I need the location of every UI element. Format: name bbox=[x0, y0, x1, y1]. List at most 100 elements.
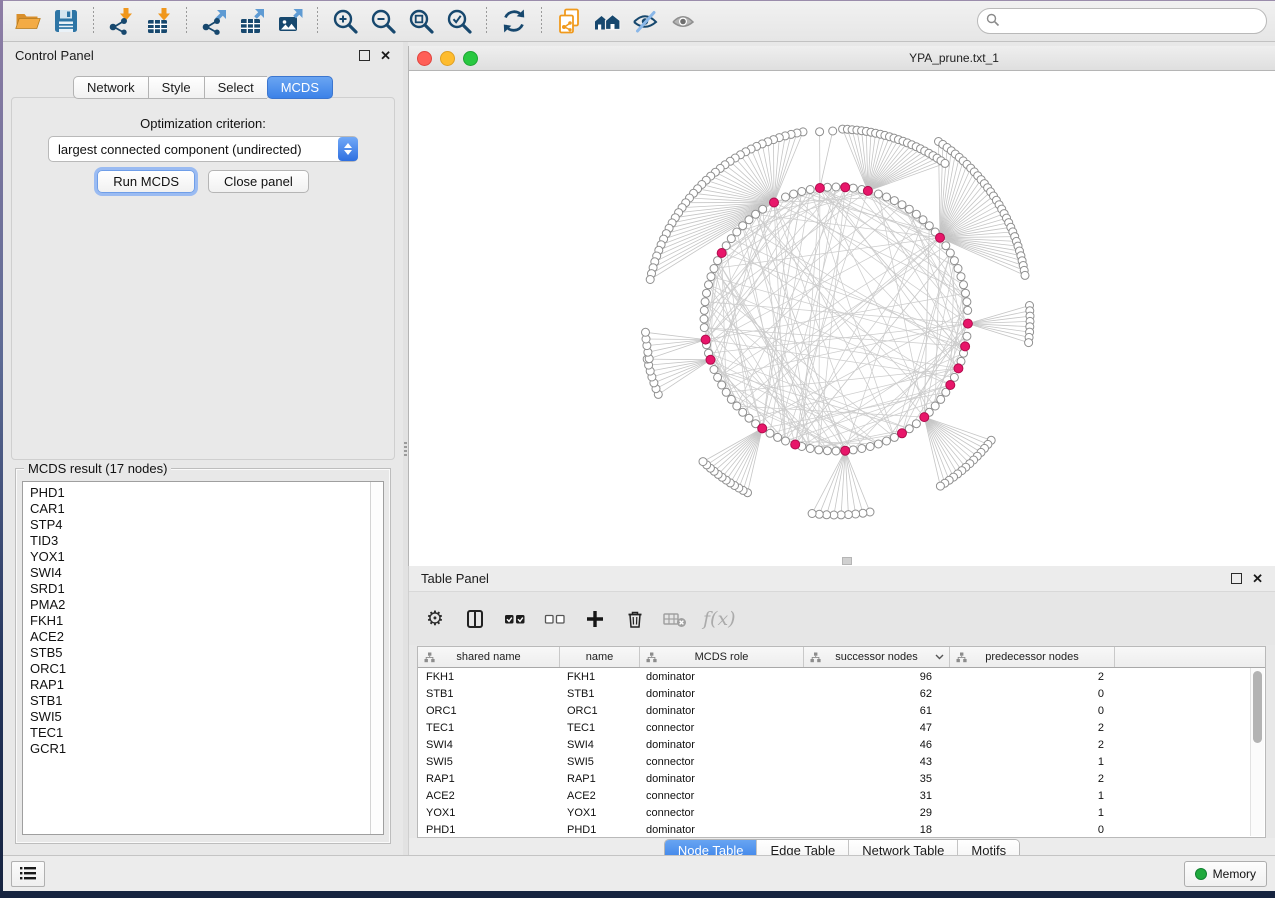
mcds-result-item[interactable]: STB5 bbox=[30, 645, 367, 661]
graph-node[interactable] bbox=[739, 408, 747, 416]
close-panel-button[interactable]: Close panel bbox=[208, 170, 309, 193]
table-row[interactable]: SWI5SWI5connector431 bbox=[418, 753, 1265, 770]
mcds-result-item[interactable]: ACE2 bbox=[30, 629, 367, 645]
graph-dominator-node[interactable] bbox=[954, 364, 963, 373]
graph-node[interactable] bbox=[700, 315, 708, 323]
column-header-MCDS-role[interactable]: MCDS role bbox=[640, 647, 804, 667]
table-row[interactable]: TEC1TEC1connector472 bbox=[418, 719, 1265, 736]
graph-node[interactable] bbox=[710, 366, 718, 374]
graph-node[interactable] bbox=[866, 443, 874, 451]
graph-node[interactable] bbox=[898, 201, 906, 209]
graph-node[interactable] bbox=[849, 184, 857, 192]
graph-node[interactable] bbox=[703, 289, 711, 297]
mcds-result-item[interactable]: RAP1 bbox=[30, 677, 367, 693]
graph-dominator-node[interactable] bbox=[946, 381, 955, 390]
graph-node[interactable] bbox=[832, 183, 840, 191]
zoom-in-button[interactable] bbox=[328, 5, 362, 37]
graph-node[interactable] bbox=[815, 446, 823, 454]
table-row[interactable]: RAP1RAP1dominator352 bbox=[418, 770, 1265, 787]
graph-node[interactable] bbox=[806, 186, 814, 194]
graph-dominator-node[interactable] bbox=[841, 183, 850, 192]
graph-node[interactable] bbox=[782, 193, 790, 201]
graph-dominator-node[interactable] bbox=[706, 355, 715, 364]
mcds-result-item[interactable]: SRD1 bbox=[30, 581, 367, 597]
graph-leaf-node[interactable] bbox=[1025, 339, 1033, 347]
graph-node[interactable] bbox=[962, 289, 970, 297]
graph-node[interactable] bbox=[849, 446, 857, 454]
column-header-predecessor-nodes[interactable]: predecessor nodes bbox=[950, 647, 1115, 667]
close-table-panel-icon[interactable]: ✕ bbox=[1252, 572, 1263, 585]
deselect-all-button[interactable] bbox=[543, 607, 567, 631]
table-row[interactable]: SWI4SWI4dominator462 bbox=[418, 736, 1265, 753]
mcds-result-item[interactable]: PHD1 bbox=[30, 485, 367, 501]
refresh-view-button[interactable] bbox=[497, 5, 531, 37]
canvas-resize-grip[interactable] bbox=[842, 557, 852, 565]
graph-node[interactable] bbox=[858, 445, 866, 453]
graph-node[interactable] bbox=[874, 440, 882, 448]
delete-column-button[interactable] bbox=[623, 607, 647, 631]
graph-node[interactable] bbox=[774, 433, 782, 441]
graph-node[interactable] bbox=[883, 193, 891, 201]
graph-node[interactable] bbox=[925, 222, 933, 230]
graph-node[interactable] bbox=[782, 437, 790, 445]
graph-node[interactable] bbox=[919, 216, 927, 224]
mcds-result-item[interactable]: PMA2 bbox=[30, 597, 367, 613]
graph-node[interactable] bbox=[752, 210, 760, 218]
graph-node[interactable] bbox=[883, 437, 891, 445]
float-panel-icon[interactable] bbox=[359, 50, 370, 61]
float-table-panel-icon[interactable] bbox=[1231, 573, 1242, 584]
graph-node[interactable] bbox=[890, 197, 898, 205]
network-canvas[interactable] bbox=[408, 71, 1275, 566]
graph-node[interactable] bbox=[759, 205, 767, 213]
column-visibility-button[interactable] bbox=[463, 607, 487, 631]
graph-node[interactable] bbox=[912, 420, 920, 428]
graph-leaf-node[interactable] bbox=[844, 511, 852, 519]
table-row[interactable]: PHD1PHD1dominator180 bbox=[418, 821, 1265, 838]
graph-node[interactable] bbox=[963, 332, 971, 340]
graph-node[interactable] bbox=[722, 388, 730, 396]
import-table-button[interactable] bbox=[142, 5, 176, 37]
graph-node[interactable] bbox=[960, 281, 968, 289]
table-settings-button[interactable]: ⚙ bbox=[423, 607, 447, 631]
graph-node[interactable] bbox=[705, 281, 713, 289]
tab-style[interactable]: Style bbox=[148, 76, 204, 99]
zoom-fit-button[interactable] bbox=[404, 5, 438, 37]
graph-node[interactable] bbox=[912, 210, 920, 218]
mcds-result-item[interactable]: CAR1 bbox=[30, 501, 367, 517]
graph-leaf-node[interactable] bbox=[699, 458, 707, 466]
graph-dominator-node[interactable] bbox=[815, 184, 824, 193]
mcds-result-list[interactable]: PHD1CAR1STP4TID3YOX1SWI4SRD1PMA2FKH1ACE2… bbox=[22, 481, 384, 835]
task-history-button[interactable] bbox=[11, 861, 45, 887]
first-neighbors-button[interactable] bbox=[590, 5, 624, 37]
run-mcds-button[interactable]: Run MCDS bbox=[97, 170, 195, 193]
graph-node[interactable] bbox=[806, 445, 814, 453]
graph-node[interactable] bbox=[700, 324, 708, 332]
tab-select[interactable]: Select bbox=[204, 76, 267, 99]
graph-node[interactable] bbox=[798, 188, 806, 196]
graph-node[interactable] bbox=[790, 190, 798, 198]
mcds-result-item[interactable]: STP4 bbox=[30, 517, 367, 533]
graph-dominator-node[interactable] bbox=[770, 198, 779, 207]
save-session-button[interactable] bbox=[49, 5, 83, 37]
close-panel-icon[interactable]: ✕ bbox=[380, 49, 391, 62]
network-window-titlebar[interactable]: YPA_prune.txt_1 bbox=[408, 46, 1275, 71]
delete-table-button[interactable] bbox=[663, 607, 687, 631]
network-graph[interactable] bbox=[409, 71, 1275, 566]
graph-leaf-node[interactable] bbox=[829, 127, 837, 135]
column-header-name[interactable]: name bbox=[560, 647, 640, 667]
hide-selected-button[interactable] bbox=[628, 5, 662, 37]
mcds-result-item[interactable]: TEC1 bbox=[30, 725, 367, 741]
graph-leaf-node[interactable] bbox=[646, 276, 654, 284]
column-header-shared-name[interactable]: shared name bbox=[418, 647, 560, 667]
mcds-result-item[interactable]: YOX1 bbox=[30, 549, 367, 565]
graph-leaf-node[interactable] bbox=[808, 510, 816, 518]
graph-node[interactable] bbox=[954, 265, 962, 273]
graph-node[interactable] bbox=[718, 381, 726, 389]
graph-leaf-node[interactable] bbox=[816, 128, 824, 136]
graph-node[interactable] bbox=[745, 414, 753, 422]
mcds-result-item[interactable]: TID3 bbox=[30, 533, 367, 549]
export-network-button[interactable] bbox=[197, 5, 231, 37]
table-row[interactable]: YOX1YOX1connector291 bbox=[418, 804, 1265, 821]
graph-node[interactable] bbox=[710, 265, 718, 273]
graph-node[interactable] bbox=[942, 242, 950, 250]
